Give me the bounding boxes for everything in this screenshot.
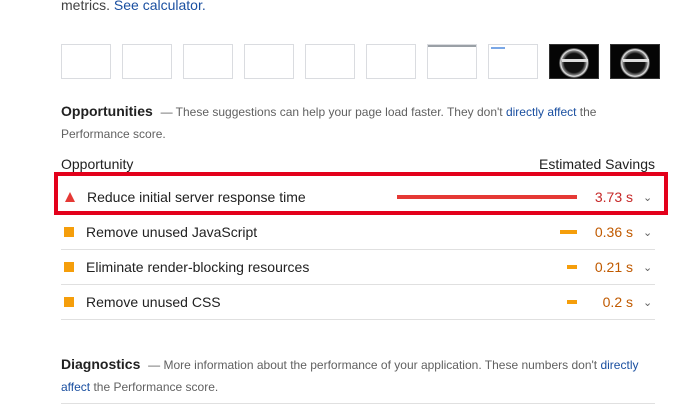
filmstrip-frame [244, 44, 294, 79]
affect-link[interactable]: affect [61, 380, 90, 394]
directly-link[interactable]: directly [600, 358, 638, 372]
diagnostics-description-line2: affect the Performance score. [61, 380, 219, 394]
opportunities-header: Opportunities — These suggestions can he… [61, 101, 661, 144]
opportunities-title: Opportunities [61, 103, 153, 119]
opportunity-column-header: Opportunity Estimated Savings [61, 156, 655, 172]
chevron-down-icon[interactable]: ⌄ [643, 296, 655, 309]
directly-affect-link[interactable]: directly affect [506, 105, 576, 119]
savings-bar [567, 300, 577, 304]
filmstrip-frame [549, 44, 599, 79]
diagnostics-header: Diagnostics — More information about the… [61, 354, 661, 397]
divider [61, 403, 655, 404]
opportunities-description-line2: Performance score. [61, 127, 166, 141]
savings-value: 0.36 s [594, 224, 633, 240]
filmstrip-frame [427, 44, 477, 79]
opportunity-label: Eliminate render-blocking resources [86, 259, 310, 275]
opportunity-row[interactable]: Eliminate render-blocking resources 0.21 … [61, 250, 655, 285]
filmstrip-frame [610, 44, 660, 79]
diagnostics-title: Diagnostics [61, 356, 141, 372]
opportunity-label: Remove unused CSS [86, 294, 221, 310]
savings-bar [567, 265, 577, 269]
square-icon [64, 297, 74, 307]
filmstrip-frame [488, 44, 538, 79]
filmstrip-frame [305, 44, 355, 79]
opportunities-description: — These suggestions can help your page l… [160, 105, 597, 119]
diagnostics-description: — More information about the performance… [148, 358, 639, 372]
filmstrip [61, 44, 660, 79]
filmstrip-frame [366, 44, 416, 79]
filmstrip-frame [61, 44, 111, 79]
chevron-down-icon[interactable]: ⌄ [643, 226, 655, 239]
metrics-text: metrics. [61, 0, 114, 13]
calculator-note: metrics. See calculator. [61, 0, 206, 13]
filmstrip-frame [183, 44, 233, 79]
highlight-box [54, 172, 668, 215]
savings-value: 0.2 s [602, 294, 633, 310]
chevron-down-icon[interactable]: ⌄ [643, 261, 655, 274]
savings-bar [560, 230, 577, 234]
opportunity-row[interactable]: Remove unused JavaScript 0.36 s ⌄ [61, 215, 655, 250]
estimated-savings-col-label: Estimated Savings [539, 156, 655, 172]
opportunity-row[interactable]: Remove unused CSS 0.2 s ⌄ [61, 285, 655, 320]
opportunity-col-label: Opportunity [61, 156, 134, 172]
savings-value: 0.21 s [594, 259, 633, 275]
square-icon [64, 262, 74, 272]
opportunity-label: Remove unused JavaScript [86, 224, 258, 240]
see-calculator-link[interactable]: See calculator. [114, 0, 206, 13]
filmstrip-frame [122, 44, 172, 79]
square-icon [64, 227, 74, 237]
